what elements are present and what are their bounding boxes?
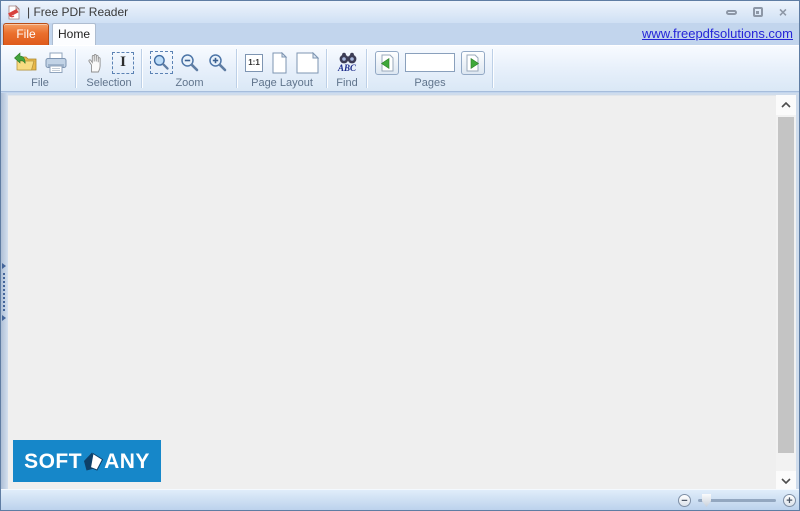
pdf-app-icon xyxy=(6,5,21,20)
scrollbar-thumb[interactable] xyxy=(778,117,794,453)
logo-text-suffix: ANY xyxy=(104,451,150,472)
group-find: ABC Find xyxy=(328,46,366,91)
tab-file[interactable]: File xyxy=(3,23,49,45)
group-selection: I Selection xyxy=(77,46,141,91)
status-bar: − + xyxy=(1,489,799,510)
logo-book-icon xyxy=(81,451,105,472)
logo-text-mid: OFT xyxy=(39,451,83,472)
group-label-selection: Selection xyxy=(86,77,131,90)
app-window: | Free PDF Reader × File Home www.freepd… xyxy=(0,0,800,511)
zoom-slider[interactable] xyxy=(698,499,776,502)
zoom-controls: − + xyxy=(678,490,796,511)
find-icon[interactable]: ABC xyxy=(335,52,359,73)
group-label-pages: Pages xyxy=(414,77,445,90)
ribbon-toolbar: File I Selection xyxy=(1,45,799,92)
zoom-slider-thumb[interactable] xyxy=(702,494,711,507)
zoom-in-icon[interactable] xyxy=(207,52,229,74)
minimize-icon[interactable] xyxy=(726,10,737,15)
prev-page-icon[interactable] xyxy=(375,51,399,75)
website-link[interactable]: www.freepdfsolutions.com xyxy=(642,26,793,41)
splitter-handle-icon[interactable] xyxy=(2,263,6,321)
maximize-icon[interactable] xyxy=(753,7,763,17)
vertical-scrollbar[interactable] xyxy=(776,95,796,491)
print-icon[interactable] xyxy=(44,52,68,74)
text-select-icon[interactable]: I xyxy=(112,52,134,74)
next-page-icon[interactable] xyxy=(461,51,485,75)
fit-page-icon[interactable] xyxy=(269,52,289,74)
sidebar-splitter[interactable] xyxy=(1,93,8,491)
document-viewport[interactable]: SOFT ANY xyxy=(8,95,776,491)
page-number-input[interactable] xyxy=(405,53,455,72)
group-label-zoom: Zoom xyxy=(175,77,203,90)
group-label-page-layout: Page Layout xyxy=(251,77,313,90)
group-separator xyxy=(492,49,494,88)
window-title: | Free PDF Reader xyxy=(27,5,128,19)
zoom-out-button[interactable]: − xyxy=(678,494,691,507)
scroll-down-icon[interactable] xyxy=(776,471,796,491)
group-pages: Pages xyxy=(368,46,492,91)
tab-strip: File Home www.freepdfsolutions.com xyxy=(1,23,799,45)
group-label-file: File xyxy=(31,77,49,90)
group-label-find: Find xyxy=(336,77,357,90)
zoom-in-button[interactable]: + xyxy=(783,494,796,507)
tab-home[interactable]: Home xyxy=(52,23,96,45)
group-zoom: Zoom xyxy=(143,46,236,91)
find-abc-text: ABC xyxy=(338,63,356,73)
main-area: SOFT ANY xyxy=(1,93,799,491)
softmany-logo: SOFT ANY xyxy=(13,440,161,482)
logo-text-prefix: S xyxy=(24,451,39,472)
marquee-zoom-icon[interactable] xyxy=(150,51,173,74)
zoom-out-icon[interactable] xyxy=(179,52,201,74)
fit-width-icon[interactable] xyxy=(295,52,319,74)
open-file-icon[interactable] xyxy=(12,52,38,74)
group-page-layout: 1:1 Page Layout xyxy=(238,46,326,91)
hand-pan-icon[interactable] xyxy=(84,52,106,74)
group-file: File xyxy=(5,46,75,91)
close-icon[interactable]: × xyxy=(779,7,787,17)
actual-size-icon[interactable]: 1:1 xyxy=(245,54,263,72)
scroll-up-icon[interactable] xyxy=(776,95,796,115)
window-controls: × xyxy=(726,1,787,23)
titlebar: | Free PDF Reader × xyxy=(1,1,799,23)
